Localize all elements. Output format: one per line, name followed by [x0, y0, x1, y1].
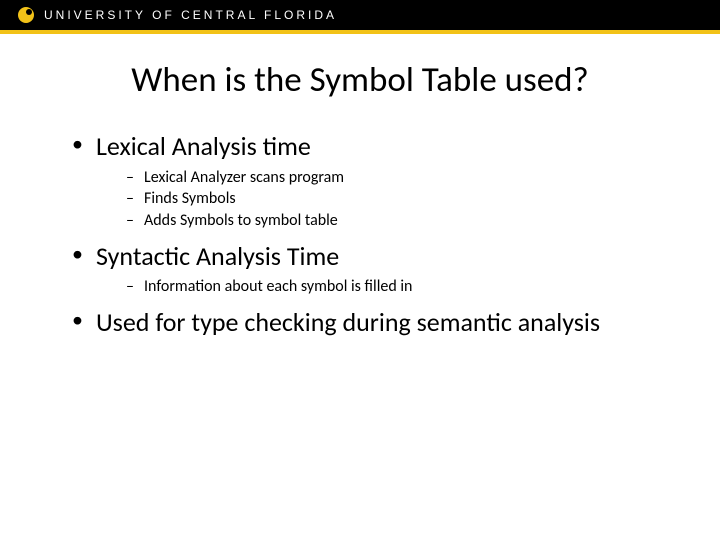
slide-title: When is the Symbol Table used? [48, 60, 672, 100]
list-item: Lexical Analysis time Lexical Analyzer s… [72, 130, 672, 231]
slide-content: When is the Symbol Table used? Lexical A… [0, 34, 720, 338]
bullet-text: Finds Symbols [144, 189, 236, 208]
bullet-text: Lexical Analyzer scans program [144, 168, 344, 187]
list-item: Used for type checking during semantic a… [72, 306, 672, 339]
bullet-text: Syntactic Analysis Time [96, 240, 339, 272]
bullet-text: Information about each symbol is filled … [144, 277, 412, 296]
sub-list: Information about each symbol is filled … [96, 276, 672, 298]
list-item: Lexical Analyzer scans program [126, 167, 672, 189]
org-name: UNIVERSITY OF CENTRAL FLORIDA [44, 8, 337, 22]
bullet-text: Lexical Analysis time [96, 130, 311, 162]
list-item: Finds Symbols [126, 188, 672, 210]
header-bar: UNIVERSITY OF CENTRAL FLORIDA [0, 0, 720, 30]
list-item: Adds Symbols to symbol table [126, 210, 672, 232]
bullet-text: Adds Symbols to symbol table [144, 211, 338, 230]
bullet-list: Lexical Analysis time Lexical Analyzer s… [48, 130, 672, 338]
slide: UNIVERSITY OF CENTRAL FLORIDA When is th… [0, 0, 720, 540]
bullet-text: Used for type checking during semantic a… [96, 306, 600, 338]
list-item: Syntactic Analysis Time Information abou… [72, 240, 672, 298]
list-item: Information about each symbol is filled … [126, 276, 672, 298]
sub-list: Lexical Analyzer scans program Finds Sym… [96, 167, 672, 232]
ucf-logo-icon [18, 7, 34, 23]
